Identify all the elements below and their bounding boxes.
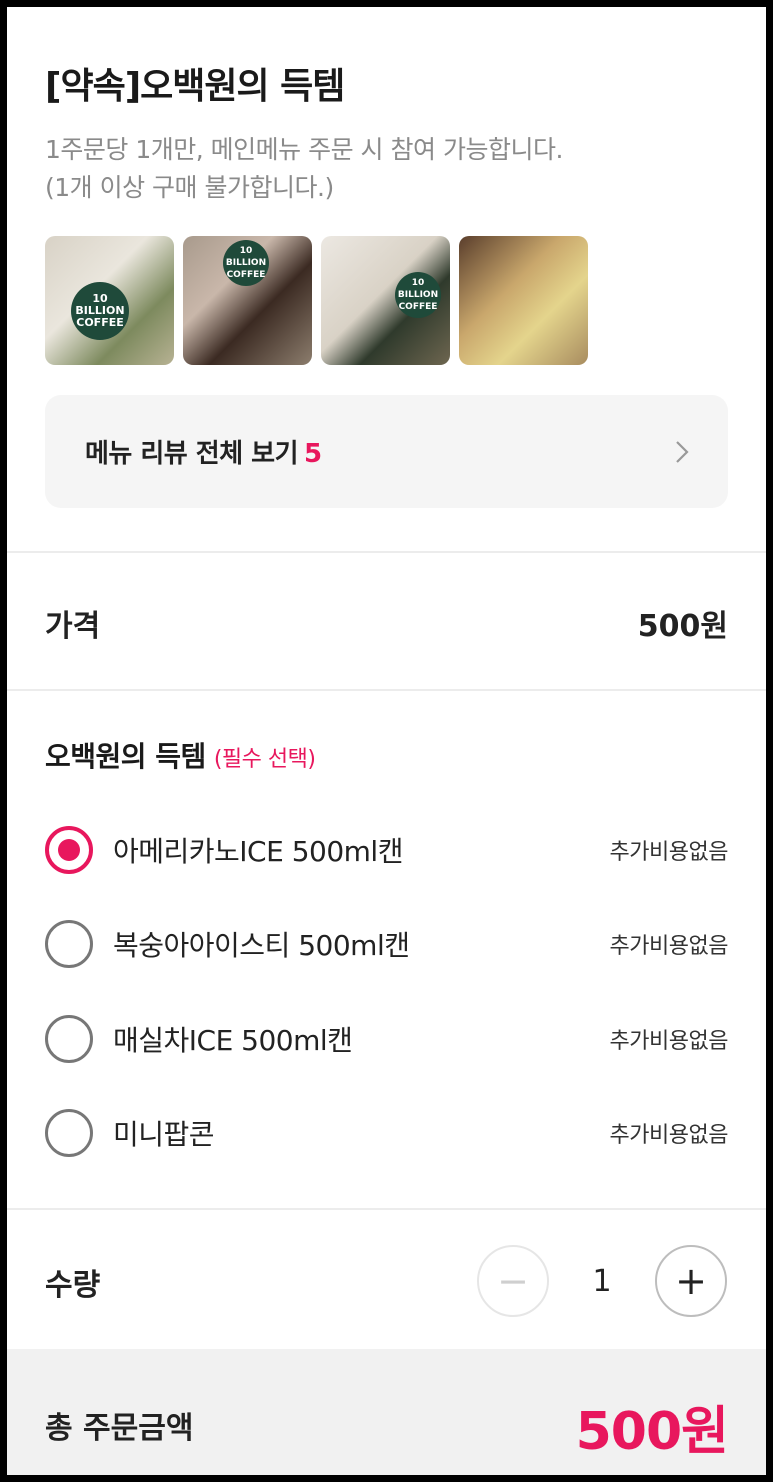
menu-detail-screen: [약속]오백원의 득템 1주문당 1개만, 메인메뉴 주문 시 참여 가능합니다…	[7, 7, 766, 1475]
review-photo-strip: 10 BILLION COFFEE 10 BILLION COFFEE 10 B…	[45, 236, 588, 365]
option-americano[interactable]: 아메리카노ICE 500ml캔 추가비용없음	[45, 820, 729, 880]
divider	[7, 551, 766, 553]
price-value: 500원	[637, 609, 728, 644]
review-link-text: 메뉴 리뷰 전체 보기 5	[85, 433, 322, 470]
menu-title: [약속]오백원의 득템	[45, 66, 345, 107]
option-cost: 추가비용없음	[609, 934, 729, 959]
option-group-name: 오백원의 득템	[45, 740, 206, 773]
review-photo-4[interactable]	[459, 236, 588, 365]
divider	[7, 1208, 766, 1210]
description-line: 1주문당 1개만, 메인메뉴 주문 시 참여 가능합니다.	[45, 135, 563, 164]
price-label: 가격	[45, 609, 101, 644]
option-cost: 추가비용없음	[609, 840, 729, 865]
required-tag: (필수 선택)	[213, 747, 316, 772]
menu-description: 1주문당 1개만, 메인메뉴 주문 시 참여 가능합니다. (1개 이상 구매 …	[45, 131, 735, 207]
option-name: 복숭아아이스티 500ml캔	[113, 929, 410, 962]
option-name: 미니팝콘	[113, 1118, 215, 1151]
review-link-label: 메뉴 리뷰 전체 보기	[85, 439, 299, 469]
view-all-reviews-button[interactable]: 메뉴 리뷰 전체 보기 5	[45, 395, 728, 508]
review-count: 5	[304, 439, 322, 469]
option-cost: 추가비용없음	[609, 1029, 729, 1054]
option-group-title: 오백원의 득템 (필수 선택)	[45, 735, 316, 775]
option-left: 아메리카노ICE 500ml캔	[45, 826, 403, 874]
description-line: (1개 이상 구매 불가합니다.)	[45, 173, 334, 202]
review-photo-3[interactable]: 10 BILLION COFFEE	[321, 236, 450, 365]
quantity-label: 수량	[45, 1268, 101, 1303]
radio-unselected-icon[interactable]	[45, 1015, 93, 1063]
option-peach-iced-tea[interactable]: 복숭아아이스티 500ml캔 추가비용없음	[45, 914, 729, 974]
review-photo-2[interactable]: 10 BILLION COFFEE	[183, 236, 312, 365]
coffee-logo-badge: 10 BILLION COFFEE	[223, 240, 269, 286]
option-left: 미니팝콘	[45, 1109, 215, 1157]
option-cost: 추가비용없음	[609, 1123, 729, 1148]
quantity-stepper: − 1 +	[477, 1245, 727, 1317]
option-left: 복숭아아이스티 500ml캔	[45, 920, 410, 968]
total-order-bar: 총 주문금액 500원	[7, 1349, 766, 1475]
chevron-right-icon	[676, 440, 689, 463]
option-plum-tea[interactable]: 매실차ICE 500ml캔 추가비용없음	[45, 1009, 729, 1069]
radio-unselected-icon[interactable]	[45, 1109, 93, 1157]
option-name: 아메리카노ICE 500ml캔	[113, 835, 403, 868]
option-left: 매실차ICE 500ml캔	[45, 1015, 353, 1063]
price-row: 가격 500원	[45, 601, 728, 645]
radio-selected-icon[interactable]	[45, 826, 93, 874]
decrease-quantity-button[interactable]: −	[477, 1245, 549, 1317]
option-mini-popcorn[interactable]: 미니팝콘 추가비용없음	[45, 1103, 729, 1163]
coffee-logo-badge: 10 BILLION COFFEE	[395, 272, 441, 318]
review-photo-1[interactable]: 10 BILLION COFFEE	[45, 236, 174, 365]
increase-quantity-button[interactable]: +	[655, 1245, 727, 1317]
coffee-logo-badge: 10 BILLION COFFEE	[71, 282, 129, 340]
option-name: 매실차ICE 500ml캔	[113, 1024, 353, 1057]
quantity-value: 1	[592, 1263, 612, 1299]
total-value: 500원	[575, 1402, 729, 1462]
menu-header: [약속]오백원의 득템 1주문당 1개만, 메인메뉴 주문 시 참여 가능합니다…	[7, 7, 766, 553]
total-label: 총 주문금액	[45, 1411, 194, 1446]
divider	[7, 689, 766, 691]
radio-unselected-icon[interactable]	[45, 920, 93, 968]
